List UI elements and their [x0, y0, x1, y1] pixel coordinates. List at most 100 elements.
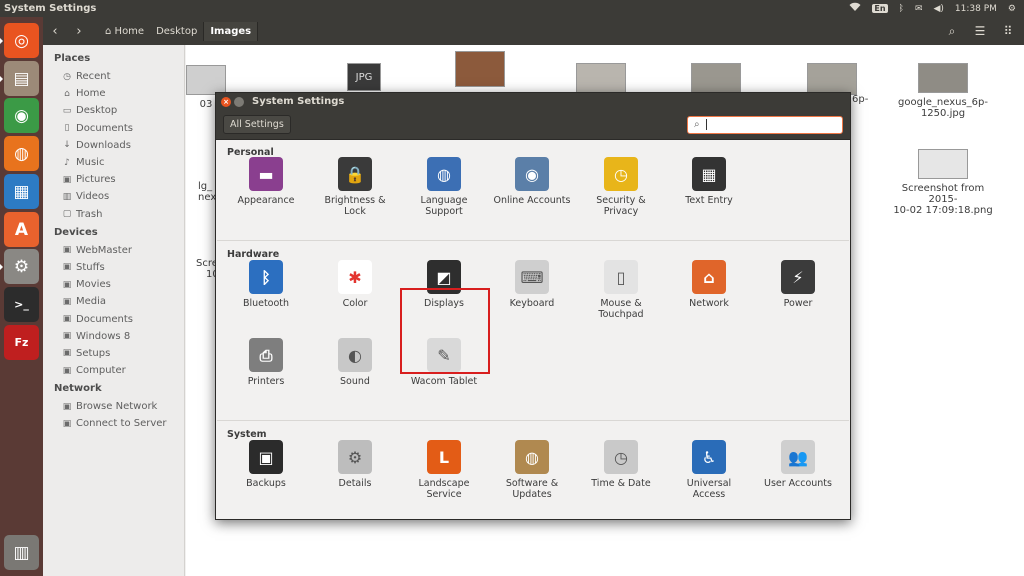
sidebar-item-media[interactable]: ▣ Media [43, 293, 184, 310]
settings-item-bluetooth[interactable]: ᛒ Bluetooth [222, 260, 310, 309]
sidebar-item-documents[interactable]: ▯ Documents [43, 120, 184, 137]
grid-view-icon[interactable]: ⠿ [996, 20, 1020, 42]
file-item[interactable]: Screenshot from 2015- 10-02 17:09:18.png [888, 149, 998, 216]
settings-item-printers[interactable]: ⎙ Printers [222, 338, 310, 387]
drive-icon: ▣ [62, 279, 72, 290]
sidebar-item-home[interactable]: ⌂ Home [43, 85, 184, 102]
file-item[interactable]: JPG [314, 63, 414, 95]
breadcrumb-images[interactable]: Images [203, 21, 259, 41]
launcher-writer-icon[interactable]: ▦ [4, 174, 39, 209]
settings-item-keyboard[interactable]: ⌨ Keyboard [488, 260, 576, 309]
settings-item-label: Service [426, 489, 462, 500]
sidebar-item-label: Documents [76, 122, 134, 134]
settings-item-software-updates[interactable]: ◍ Software & Updates [488, 440, 576, 500]
keyboard-layout-indicator[interactable]: En [872, 4, 888, 13]
settings-item-sound[interactable]: ◐ Sound [311, 338, 399, 387]
close-icon[interactable]: × [221, 96, 231, 107]
file-thumbnail [691, 63, 741, 95]
settings-item-color[interactable]: ✱ Color [311, 260, 399, 309]
settings-item-details[interactable]: ⚙ Details [311, 440, 399, 489]
launcher-filezilla-icon[interactable]: Fz [4, 325, 39, 360]
sidebar-item-label: Documents [76, 313, 134, 325]
sidebar-item-label: Downloads [76, 139, 131, 151]
sidebar-item-label: Stuffs [76, 261, 105, 273]
clock[interactable]: 11:38 PM [955, 4, 997, 14]
network-heading: Network [54, 383, 102, 395]
search-icon[interactable]: ⌕ [940, 20, 964, 42]
wifi-icon[interactable] [849, 2, 861, 15]
sidebar-item-music[interactable]: ♪ Music [43, 154, 184, 171]
sidebar-item-computer[interactable]: ▣ Computer [43, 362, 184, 379]
settings-item-label: Wacom Tablet [410, 376, 478, 387]
settings-item-online-accounts[interactable]: ◉ Online Accounts [488, 157, 576, 206]
power-icon: ⚡ [781, 260, 815, 294]
drive-icon: ▣ [62, 348, 72, 359]
sidebar-item-windows-8[interactable]: ▣ Windows 8 [43, 328, 184, 345]
breadcrumb: ⌂ Home Desktop Images [99, 21, 259, 41]
settings-item-brightness-lock[interactable]: 🔒 Brightness & Lock [311, 157, 399, 217]
launcher-software-center-icon[interactable]: A [4, 212, 39, 247]
sidebar-item-videos[interactable]: ▥ Videos [43, 188, 184, 205]
universal-access-icon: ♿ [692, 440, 726, 474]
settings-item-language-support[interactable]: ◍ Language Support [400, 157, 488, 217]
writer-icon: ▦ [13, 181, 30, 202]
all-settings-button[interactable]: All Settings [223, 115, 291, 134]
sidebar-item-stuffs[interactable]: ▣ Stuffs [43, 259, 184, 276]
online-accounts-icon: ◉ [515, 157, 549, 191]
settings-item-label: Sound [340, 376, 370, 387]
sidebar-item-webmaster[interactable]: ▣ WebMaster [43, 242, 184, 259]
settings-item-network-settings[interactable]: ⌂ Network [665, 260, 753, 309]
launcher-settings-icon[interactable]: ⚙ [0, 249, 39, 284]
security-privacy-icon: ◷ [604, 157, 638, 191]
sidebar-item-pictures[interactable]: ▣ Pictures [43, 171, 184, 188]
sidebar-item-desktop[interactable]: ▭ Desktop [43, 102, 184, 119]
settings-item-appearance[interactable]: ▬ Appearance [222, 157, 310, 206]
launcher-trash[interactable]: ▥ [4, 535, 39, 570]
sidebar-item-documents[interactable]: ▣ Documents [43, 310, 184, 327]
breadcrumb-home[interactable]: ⌂ Home [99, 22, 150, 41]
bluetooth-icon[interactable]: ᛒ [899, 4, 904, 14]
mail-icon[interactable]: ✉ [915, 4, 923, 14]
file-item[interactable] [450, 51, 510, 91]
session-gear-icon[interactable]: ⚙ [1008, 4, 1016, 14]
sidebar-item-setups[interactable]: ▣ Setups [43, 345, 184, 362]
settings-item-landscape-service[interactable]: L Landscape Service [400, 440, 488, 500]
settings-item-power[interactable]: ⚡ Power [754, 260, 842, 309]
settings-item-backups[interactable]: ▣ Backups [222, 440, 310, 489]
launcher-ubuntu-dash-icon[interactable]: ◎ [0, 23, 39, 58]
settings-item-label: Access [692, 489, 726, 500]
launcher-firefox-icon[interactable]: ◍ [4, 136, 39, 171]
breadcrumb-desktop[interactable]: Desktop [150, 22, 203, 41]
settings-item-security-privacy[interactable]: ◷ Security & Privacy [577, 157, 665, 217]
language-support-icon: ◍ [427, 157, 461, 191]
file-item[interactable]: google_nexus_6p- 1250.jpg [888, 63, 998, 119]
minimize-icon[interactable] [234, 96, 244, 107]
settings-item-mouse-touchpad[interactable]: ▯ Mouse & Touchpad [577, 260, 665, 320]
settings-item-text-entry[interactable]: ▦ Text Entry [665, 157, 753, 206]
settings-item-time-date[interactable]: ◷ Time & Date [577, 440, 665, 489]
sidebar-item-movies[interactable]: ▣ Movies [43, 276, 184, 293]
volume-icon[interactable]: ◀) [933, 4, 943, 14]
launcher-chrome-icon[interactable]: ◉ [4, 98, 39, 133]
sidebar-item-browse-network[interactable]: ▣ Browse Network [43, 398, 184, 415]
text-caret [705, 119, 707, 130]
forward-button[interactable]: › [67, 20, 91, 42]
settings-search-input[interactable]: ⌕ [687, 115, 843, 134]
file-thumbnail [186, 65, 226, 95]
firefox-icon: ◍ [14, 143, 29, 164]
indicator-area: En ᛒ ✉ ◀) 11:38 PM ⚙ [849, 2, 1024, 15]
list-view-icon[interactable]: ☰ [968, 20, 992, 42]
toolbar-actions: ⌕ ☰ ⠿ [940, 20, 1024, 42]
color-icon: ✱ [338, 260, 372, 294]
back-button[interactable]: ‹ [43, 20, 67, 42]
settings-item-user-accounts[interactable]: 👥 User Accounts [754, 440, 842, 489]
trash-icon: ▥ [13, 542, 30, 563]
sidebar-item-recent[interactable]: ◷ Recent [43, 68, 184, 85]
downloads-icon: ↓ [63, 140, 71, 151]
sidebar-item-downloads[interactable]: ↓ Downloads [43, 137, 184, 154]
settings-item-universal-access[interactable]: ♿ Universal Access [665, 440, 753, 500]
sidebar-item-connect-to-server[interactable]: ▣ Connect to Server [43, 415, 184, 432]
launcher-terminal-icon[interactable]: >_ [4, 287, 39, 322]
launcher-files-icon[interactable]: ▤ [0, 61, 39, 96]
sidebar-item-trash[interactable]: ▢ Trash [43, 206, 184, 223]
